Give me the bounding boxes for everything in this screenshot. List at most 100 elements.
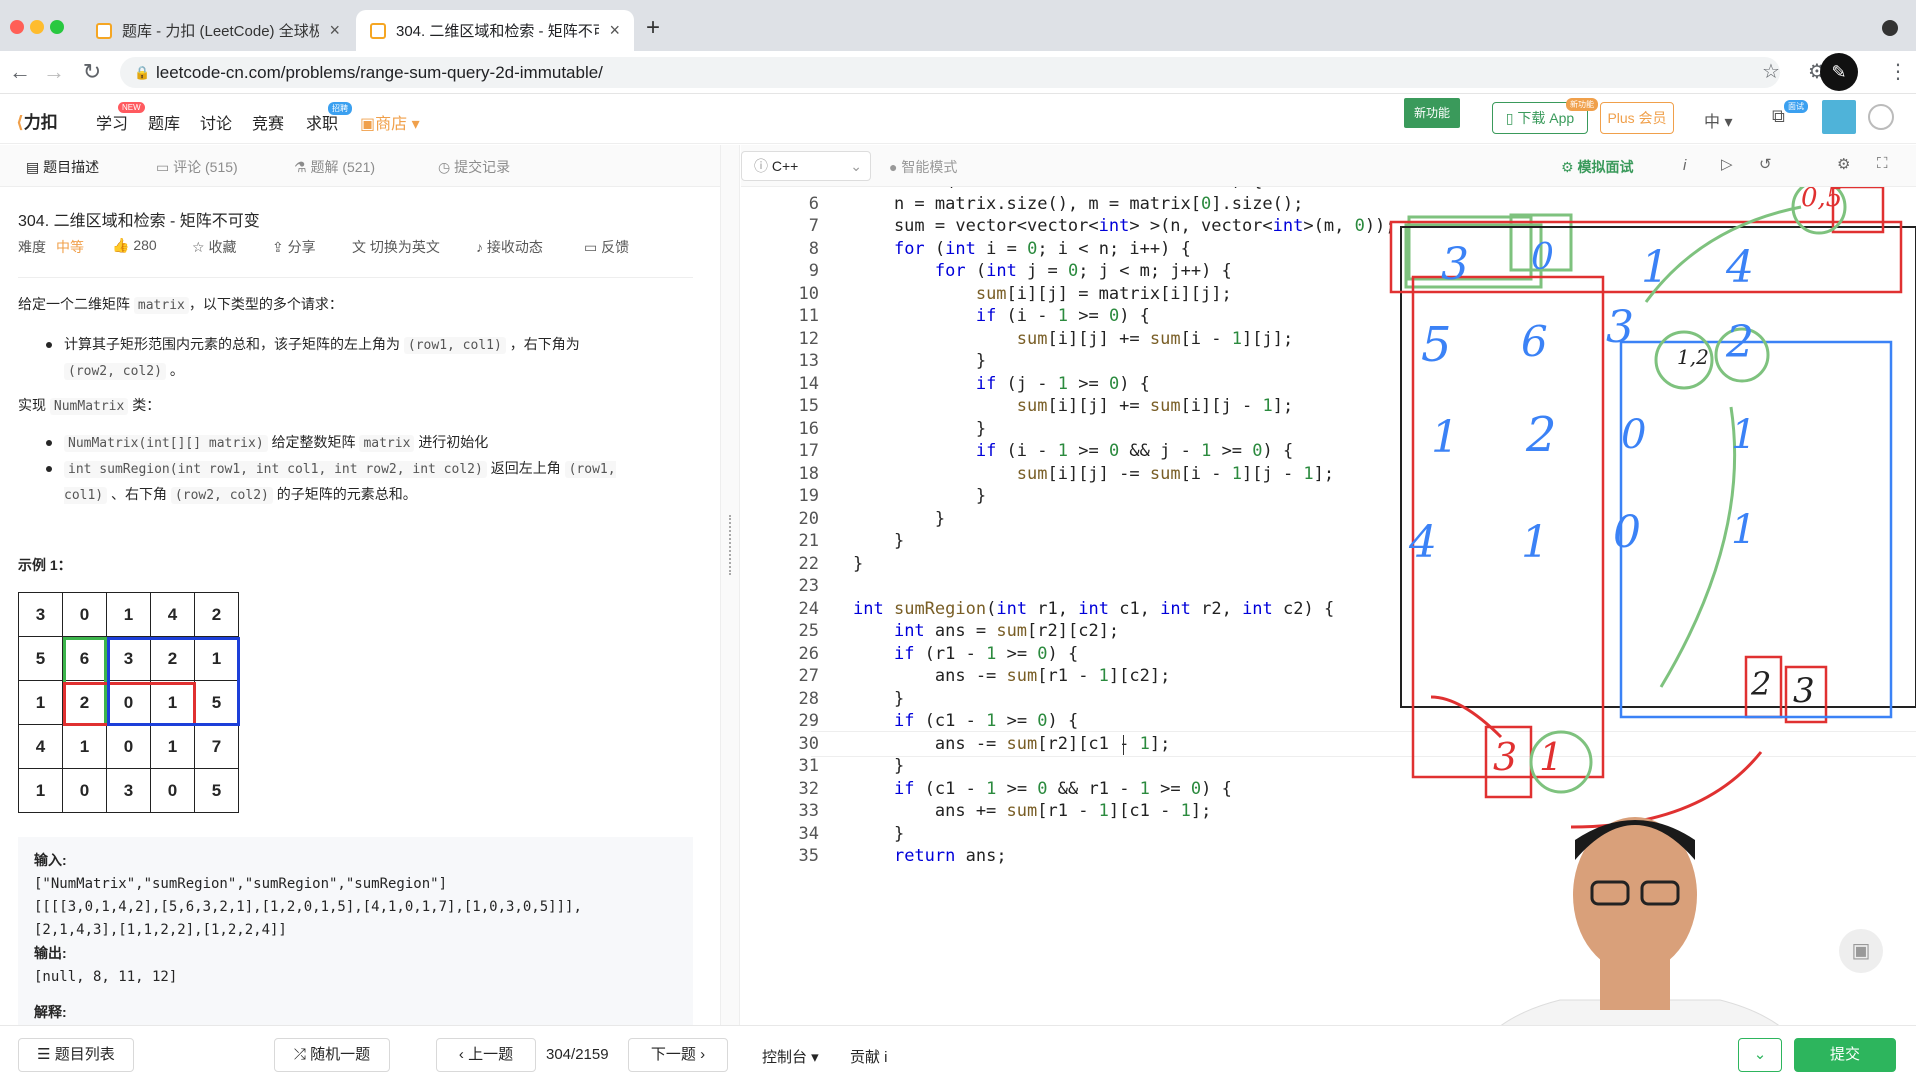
tab-submissions[interactable]: ◷ 提交记录 [438, 157, 510, 177]
shuffle-icon: ⤮ [293, 1046, 306, 1063]
panel-splitter[interactable] [720, 145, 740, 1025]
smart-mode-toggle[interactable]: ● 智能模式 [889, 157, 957, 177]
nav-discuss[interactable]: 讨论 [200, 110, 232, 134]
chevron-down-icon: ⌄ [850, 158, 862, 174]
handwritten-number: 1 [1641, 242, 1669, 293]
chevron-right-icon: › [700, 1046, 706, 1063]
plus-member-button[interactable]: Plus 会员 [1600, 102, 1674, 134]
next-problem-button[interactable]: 下一题 › [628, 1038, 728, 1072]
matrix-cell: 0 [106, 724, 151, 769]
reset-icon[interactable]: ↺ [1759, 155, 1772, 173]
jobs-badge: 招聘 [328, 102, 352, 115]
info-italic-icon[interactable]: i [1683, 157, 1686, 174]
nav-shop[interactable]: ▣商店 ▾ [360, 110, 420, 134]
reload-icon[interactable]: ↻ [78, 59, 106, 85]
matrix-cell: 1 [18, 768, 63, 813]
handwritten-number: 0 [1531, 237, 1554, 278]
thumbs-up-icon: 👍 [112, 237, 130, 253]
problem-counter: 304/2159 [546, 1046, 609, 1063]
browser-menu-icon[interactable]: ⋮ [1888, 59, 1908, 84]
subscribe-button[interactable]: ♪ 接收动态 [476, 237, 543, 257]
url-input[interactable]: 🔒 leetcode-cn.com/problems/range-sum-que… [120, 57, 1780, 88]
bookmark-star-icon[interactable]: ☆ [1762, 59, 1780, 84]
handwritten-number: 0,5 [1801, 187, 1843, 213]
switch-english-button[interactable]: 文 切换为英文 [352, 237, 440, 257]
favorite-button[interactable]: ☆ 收藏 [192, 237, 236, 257]
like-button[interactable]: 👍 280 [112, 237, 157, 254]
bullet-sumregion-text: int sumRegion(int row1, int col1, int ro… [64, 460, 616, 504]
tab-solutions[interactable]: ⚗ 题解 (521) [294, 157, 375, 177]
nav-contest[interactable]: 竞赛 [252, 110, 284, 134]
tab-description[interactable]: ▤ 题目描述 [26, 157, 99, 177]
browser-tab-problemset[interactable]: 题库 - 力扣 (LeetCode) 全球极客 × [82, 10, 354, 51]
drawing-black-rect [1400, 226, 1916, 708]
close-tab-icon[interactable]: × [609, 20, 620, 41]
run-dropdown-button[interactable]: ⌄ [1738, 1038, 1782, 1072]
matrix-cell: 5 [18, 636, 63, 681]
interview-icon[interactable]: ⧉ [1772, 106, 1785, 127]
star-icon: ☆ [192, 239, 205, 255]
console-toggle[interactable]: 控制台 ▾ [762, 1046, 819, 1067]
leetcode-favicon-icon [96, 22, 112, 39]
translate-icon: 文 [352, 239, 366, 255]
matrix-cell: 1 [18, 680, 63, 725]
mock-interview-button[interactable]: ⚙ 模拟面试 [1561, 157, 1633, 177]
language-select[interactable]: 中 ▾ [1704, 108, 1733, 132]
list-icon: ☰ [37, 1046, 51, 1063]
minimize-window-button[interactable] [30, 20, 44, 34]
clock-icon: ◷ [438, 159, 451, 175]
tab-comments[interactable]: ▭ 评论 (515) [156, 157, 238, 177]
close-tab-icon[interactable]: × [329, 20, 340, 41]
matrix-cell: 4 [18, 724, 63, 769]
matrix-cell: 7 [194, 724, 239, 769]
nav-learn[interactable]: 学习 [96, 110, 128, 134]
handwritten-number: 4 [1726, 242, 1754, 293]
forward-icon[interactable]: → [40, 59, 68, 85]
example-title: 示例 1： [18, 557, 72, 573]
handwritten-number: 1 [1731, 412, 1757, 458]
new-tab-icon[interactable]: + [646, 14, 660, 42]
prev-problem-button[interactable]: ‹ 上一题 [436, 1038, 536, 1072]
nav-problemset[interactable]: 题库 [148, 110, 180, 134]
fullscreen-icon[interactable]: ⛶ [1877, 155, 1888, 172]
matrix-row: 41017 [18, 724, 239, 769]
phone-icon: ▯ [1505, 110, 1514, 126]
drawing-green-arrow [1659, 406, 1737, 688]
handwritten-number: 3 [1441, 239, 1469, 290]
matrix-cell: 5 [194, 768, 239, 813]
language-select[interactable]: ⓘ C++ ⌄ [741, 151, 871, 181]
matrix-cell: 2 [194, 592, 239, 637]
flask-icon: ⚗ [294, 159, 307, 175]
back-icon[interactable]: ← [6, 59, 34, 85]
run-icon[interactable]: ▷ [1721, 155, 1733, 173]
browser-tab-active[interactable]: 304. 二维区域和检索 - 矩阵不可 × [356, 10, 634, 51]
random-problem-button[interactable]: ⤮ 随机一题 [274, 1038, 390, 1072]
matrix-cell: 1 [150, 724, 195, 769]
leetcode-logo[interactable]: ⟨力扣 [16, 108, 58, 133]
share-button[interactable]: ⇪ 分享 [272, 237, 316, 257]
leetcode-logo-icon: ⟨ [16, 113, 24, 132]
profile-icon[interactable] [1868, 104, 1894, 130]
handwritten-number: 0 [1621, 412, 1647, 458]
problem-list-button[interactable]: ☰ 题目列表 [18, 1038, 134, 1072]
matrix-cell: 1 [62, 724, 107, 769]
contribute-link[interactable]: 贡献 i [850, 1046, 888, 1067]
tab-search-icon[interactable] [1882, 20, 1898, 36]
bullet-sum-text: 计算其子矩形范围内元素的总和，该子矩阵的左上角为 (row1, col1) ，右… [64, 336, 580, 380]
pen-tool-icon[interactable]: ✎ [1820, 53, 1858, 91]
difficulty-badge: 中等 [56, 239, 84, 255]
maximize-window-button[interactable] [50, 20, 64, 34]
input-line: [[[[3,0,1,4,2],[5,6,3,2,1],[1,2,0,1,5],[… [34, 899, 582, 915]
close-window-button[interactable] [10, 20, 24, 34]
feedback-button[interactable]: ▭ 反馈 [584, 237, 629, 257]
handwritten-number: 1 [1731, 507, 1757, 553]
handwritten-number: 3 [1793, 671, 1815, 711]
share-icon: ⇪ [272, 239, 284, 255]
submit-button[interactable]: 提交 [1794, 1038, 1896, 1072]
user-avatar[interactable] [1822, 100, 1856, 134]
mock-interview-icon: ⚙ [1561, 159, 1574, 175]
settings-icon[interactable]: ⚙ [1837, 155, 1850, 173]
new-feature-button[interactable]: 新功能 [1404, 98, 1460, 128]
drawing-red-arrow [1430, 695, 1503, 739]
drag-handle-icon[interactable] [729, 515, 732, 575]
